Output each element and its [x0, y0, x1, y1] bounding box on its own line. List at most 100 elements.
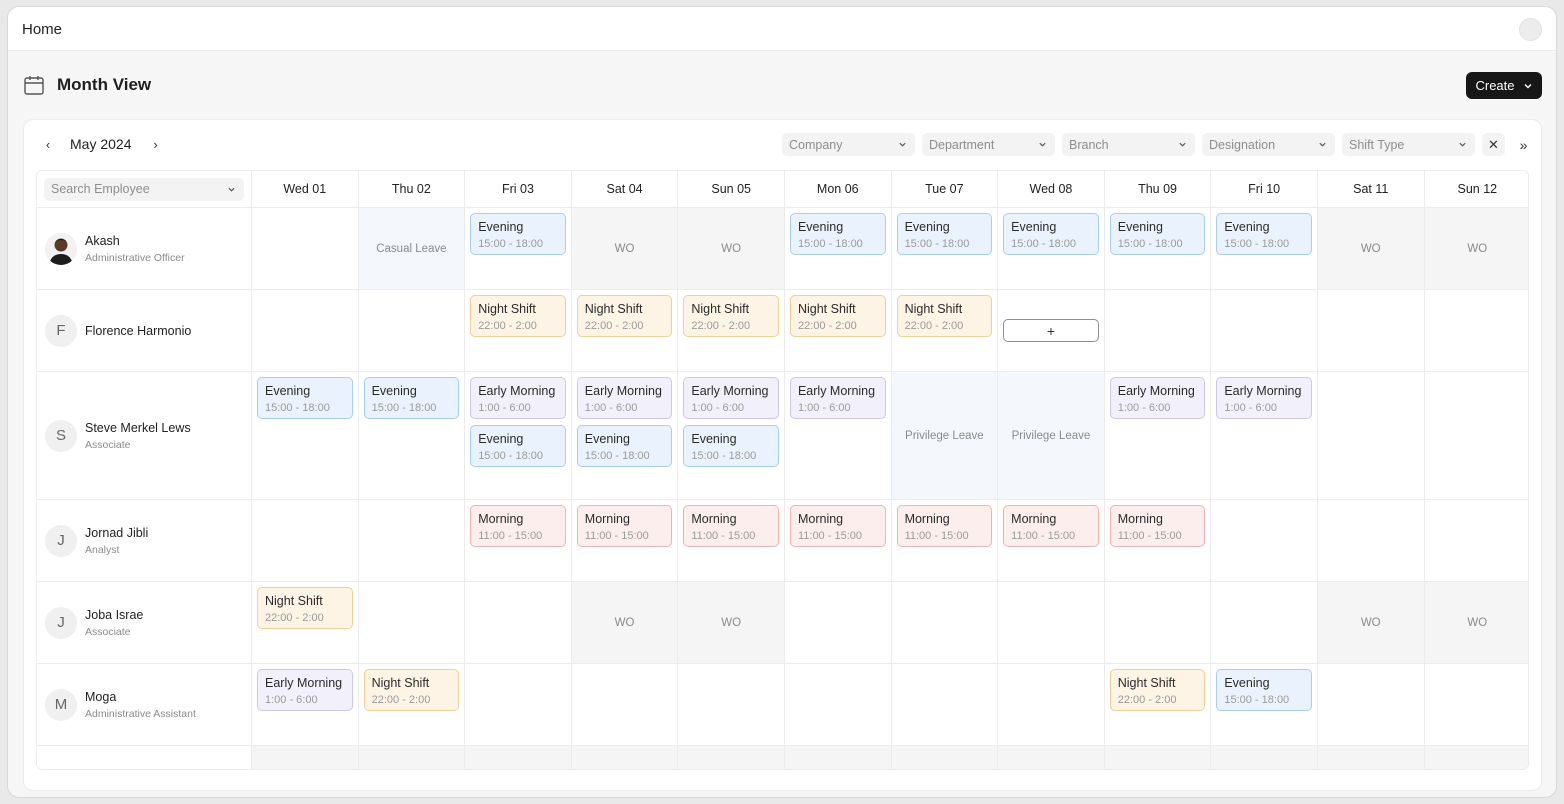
shift-cell[interactable]: Evening 15:00 - 18:00 [890, 208, 998, 290]
empty-day-cell[interactable] [1210, 500, 1317, 582]
empty-day-cell[interactable] [1423, 664, 1528, 746]
shift-morning[interactable]: Morning 11:00 - 15:00 [1003, 505, 1099, 547]
filter-designation-select[interactable]: Designation [1202, 133, 1335, 156]
shift-night[interactable]: Night Shift 22:00 - 2:00 [896, 295, 993, 337]
shift-night[interactable]: Night Shift 22:00 - 2:00 [470, 295, 566, 337]
shift-early[interactable]: Early Morning 1:00 - 6:00 [470, 377, 566, 419]
filter-shift-type-select[interactable]: Shift Type [1342, 133, 1475, 156]
shift-cell[interactable]: Night Shift 22:00 - 2:00 [464, 290, 571, 372]
shift-morning[interactable]: Morning 11:00 - 15:00 [1109, 505, 1206, 547]
shift-evening[interactable]: Evening 15:00 - 18:00 [1216, 669, 1312, 711]
shift-morning[interactable]: Morning 11:00 - 15:00 [896, 505, 993, 547]
filter-branch-select[interactable]: Branch [1062, 133, 1195, 156]
shift-morning[interactable]: Morning 11:00 - 15:00 [789, 505, 886, 547]
empty-day-cell[interactable] [1103, 290, 1211, 372]
shift-cell[interactable]: Night Shift 22:00 - 2:00 [890, 290, 998, 372]
shift-evening[interactable]: Evening 15:00 - 18:00 [896, 213, 993, 255]
employee-cell[interactable]: J Jornad Jibli Analyst [37, 500, 251, 582]
empty-day-cell[interactable] [1423, 290, 1528, 372]
empty-day-cell[interactable] [357, 500, 465, 582]
empty-day-cell[interactable] [1316, 500, 1424, 582]
leave-cell[interactable]: Privilege Leave [997, 372, 1104, 500]
add-shift-button[interactable]: + [1003, 319, 1099, 342]
shift-evening[interactable]: Evening 15:00 - 18:00 [470, 213, 566, 255]
shift-evening[interactable]: Evening 15:00 - 18:00 [1109, 213, 1206, 255]
search-employee-input[interactable]: Search Employee [44, 177, 244, 201]
shift-night[interactable]: Night Shift 22:00 - 2:00 [576, 295, 673, 337]
weekly-off-cell[interactable]: WO [1423, 582, 1528, 664]
shift-night[interactable]: Night Shift 22:00 - 2:00 [1109, 669, 1206, 711]
shift-morning[interactable]: Morning 11:00 - 15:00 [576, 505, 673, 547]
filter-company-select[interactable]: Company [782, 133, 915, 156]
shift-cell[interactable]: Morning 11:00 - 15:00 [464, 500, 571, 582]
shift-early[interactable]: Early Morning 1:00 - 6:00 [683, 377, 779, 419]
weekly-off-cell[interactable]: WO [1316, 582, 1424, 664]
empty-day-cell[interactable] [357, 582, 465, 664]
shift-early[interactable]: Early Morning 1:00 - 6:00 [576, 377, 673, 419]
shift-night[interactable]: Night Shift 22:00 - 2:00 [789, 295, 886, 337]
empty-day-cell[interactable] [997, 582, 1104, 664]
shift-evening[interactable]: Evening 15:00 - 18:00 [470, 425, 566, 467]
weekly-off-cell[interactable]: WO [570, 208, 678, 290]
empty-day-cell[interactable] [783, 582, 891, 664]
empty-day-cell[interactable] [1316, 664, 1424, 746]
shift-cell[interactable]: Evening 15:00 - 18:00 [464, 208, 571, 290]
empty-day-cell[interactable] [1423, 500, 1528, 582]
prev-month-button[interactable]: ‹ [42, 136, 54, 152]
leave-cell[interactable]: Casual Leave [357, 208, 465, 290]
empty-day-cell[interactable] [1210, 582, 1317, 664]
shift-cell[interactable]: Evening 15:00 - 18:00 [783, 208, 891, 290]
weekly-off-cell[interactable]: WO [677, 208, 784, 290]
shift-cell[interactable]: Early Morning 1:00 - 6:00 Evening 15:00 - 1… [570, 372, 678, 500]
shift-cell[interactable]: Morning 11:00 - 15:00 [677, 500, 784, 582]
shift-cell[interactable]: Night Shift 22:00 - 2:00 [783, 290, 891, 372]
shift-evening[interactable]: Evening 15:00 - 18:00 [1003, 213, 1099, 255]
shift-evening[interactable]: Evening 15:00 - 18:00 [576, 425, 673, 467]
shift-cell[interactable]: Evening 15:00 - 18:00 [1210, 208, 1317, 290]
shift-morning[interactable]: Morning 11:00 - 15:00 [470, 505, 566, 547]
shift-cell[interactable]: Night Shift 22:00 - 2:00 [677, 290, 784, 372]
shift-cell[interactable]: Early Morning 1:00 - 6:00 [783, 372, 891, 500]
shift-cell[interactable]: Night Shift 22:00 - 2:00 [251, 582, 358, 664]
empty-day-cell[interactable] [890, 664, 998, 746]
employee-cell[interactable]: Akash Administrative Officer [37, 208, 251, 290]
empty-day-cell[interactable] [890, 582, 998, 664]
shift-cell[interactable]: Evening 15:00 - 18:00 [1103, 208, 1211, 290]
employee-cell[interactable]: S Steve Merkel Lews Associate [37, 372, 251, 500]
filter-department-select[interactable]: Department [922, 133, 1055, 156]
empty-day-cell[interactable] [251, 208, 358, 290]
leave-cell[interactable]: Privilege Leave [890, 372, 998, 500]
shift-early[interactable]: Early Morning 1:00 - 6:00 [257, 669, 353, 711]
shift-cell[interactable]: Evening 15:00 - 18:00 [1210, 664, 1317, 746]
expand-filters-button[interactable]: » [1512, 133, 1535, 156]
empty-day-cell[interactable] [677, 664, 784, 746]
shift-evening[interactable]: Evening 15:00 - 18:00 [789, 213, 886, 255]
shift-cell[interactable]: Night Shift 22:00 - 2:00 [357, 664, 465, 746]
create-button[interactable]: Create [1466, 72, 1542, 99]
shift-cell[interactable]: Early Morning 1:00 - 6:00 Evening 15:00 - 1… [677, 372, 784, 500]
shift-early[interactable]: Early Morning 1:00 - 6:00 [1216, 377, 1312, 419]
user-avatar[interactable] [1519, 18, 1542, 41]
shift-cell[interactable]: Evening 15:00 - 18:00 [251, 372, 358, 500]
shift-cell[interactable]: Early Morning 1:00 - 6:00 Evening 15:00 - 1… [464, 372, 571, 500]
shift-cell[interactable]: Morning 11:00 - 15:00 [890, 500, 998, 582]
employee-cell[interactable]: M Moga Administrative Assistant [37, 664, 251, 746]
employee-cell[interactable]: F Florence Harmonio [37, 290, 251, 372]
weekly-off-cell[interactable]: WO [677, 582, 784, 664]
shift-cell[interactable]: Early Morning 1:00 - 6:00 [1103, 372, 1211, 500]
shift-night[interactable]: Night Shift 22:00 - 2:00 [257, 587, 353, 629]
shift-evening[interactable]: Evening 15:00 - 18:00 [1216, 213, 1312, 255]
next-month-button[interactable]: › [149, 136, 161, 152]
home-breadcrumb[interactable]: Home [22, 21, 62, 38]
shift-evening[interactable]: Evening 15:00 - 18:00 [257, 377, 353, 419]
employee-cell[interactable]: J Joba Israe Associate [37, 582, 251, 664]
empty-day-cell[interactable] [1103, 582, 1211, 664]
shift-evening[interactable]: Evening 15:00 - 18:00 [683, 425, 779, 467]
shift-cell[interactable]: Morning 11:00 - 15:00 [997, 500, 1104, 582]
empty-day-cell[interactable] [1423, 372, 1528, 500]
clear-filters-button[interactable]: ✕ [1482, 133, 1505, 156]
shift-night[interactable]: Night Shift 22:00 - 2:00 [363, 669, 460, 711]
empty-day-cell[interactable] [783, 664, 891, 746]
shift-cell[interactable]: Morning 11:00 - 15:00 [570, 500, 678, 582]
empty-day-cell[interactable] [251, 500, 358, 582]
